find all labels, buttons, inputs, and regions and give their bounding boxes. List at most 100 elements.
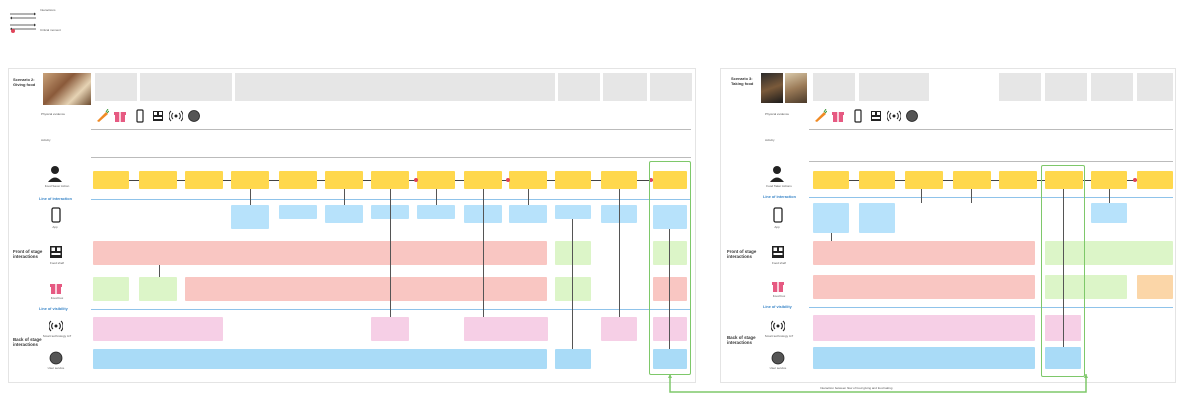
step-card bbox=[417, 171, 455, 189]
step-card bbox=[185, 171, 223, 189]
food-shelf-row-icon bbox=[771, 245, 785, 259]
tech-card bbox=[464, 317, 548, 341]
activity-timeline bbox=[91, 157, 691, 158]
step-card bbox=[813, 171, 849, 189]
header-box bbox=[999, 73, 1041, 101]
connector bbox=[390, 189, 391, 317]
header-box bbox=[1137, 73, 1173, 101]
food-shelf-band bbox=[555, 241, 591, 265]
row-label-smart-tech: Smart technology IoT bbox=[42, 335, 72, 338]
food-shelf-icon bbox=[151, 109, 165, 123]
scenario-photo bbox=[761, 73, 783, 103]
phone-icon bbox=[851, 109, 865, 123]
tech-card bbox=[371, 317, 409, 341]
header-box bbox=[1045, 73, 1087, 101]
step-card bbox=[1091, 171, 1127, 189]
connector bbox=[436, 189, 437, 205]
step-card bbox=[859, 171, 895, 189]
food-box-band bbox=[93, 277, 129, 301]
food-shelf-icon bbox=[869, 109, 883, 123]
critical-column-highlight bbox=[1041, 165, 1085, 377]
connector bbox=[1109, 189, 1110, 203]
scenario-photo bbox=[785, 73, 807, 103]
food-box-row-icon bbox=[771, 279, 785, 293]
app-card bbox=[509, 205, 547, 223]
line-of-visibility-label: Line of visibility bbox=[39, 307, 68, 311]
food-box-band bbox=[1137, 275, 1173, 299]
row-label-food-box: Food box bbox=[50, 297, 64, 300]
carrot-icon bbox=[95, 108, 110, 123]
step-card bbox=[509, 171, 547, 189]
food-box-icon bbox=[831, 109, 845, 123]
row-label-physical: Physical evidence bbox=[41, 113, 66, 116]
user-service-row-icon bbox=[49, 351, 63, 365]
connector bbox=[971, 189, 972, 203]
step-card bbox=[139, 171, 177, 189]
step-card bbox=[93, 171, 129, 189]
critical-moment-dot bbox=[414, 178, 418, 182]
row-label-food-box: Food box bbox=[772, 295, 786, 298]
legend-interactions: Interactions bbox=[40, 9, 56, 12]
row-label-user-service: User service bbox=[47, 367, 65, 370]
activity-timeline bbox=[809, 161, 1173, 162]
row-label-food-shelf: Food shelf bbox=[49, 262, 64, 265]
row-label-user-service: User service bbox=[769, 367, 787, 370]
critical-moment-dot-icon bbox=[11, 29, 15, 33]
row-label-smart-tech: Smart technology IoT bbox=[764, 335, 794, 338]
food-box-band bbox=[813, 275, 1035, 299]
scenario-photo bbox=[43, 73, 91, 105]
food-box-icon bbox=[113, 109, 127, 123]
row-label-app: App bbox=[52, 226, 58, 229]
step-card bbox=[953, 171, 991, 189]
food-box-row-icon bbox=[49, 281, 63, 295]
carrot-icon bbox=[813, 108, 828, 123]
user-service-band bbox=[93, 349, 547, 369]
footer-note: Interaction between flow of food giving … bbox=[820, 387, 893, 390]
connector bbox=[528, 189, 529, 205]
critical-column-highlight bbox=[649, 161, 691, 375]
iot-row-icon bbox=[770, 319, 786, 333]
header-box bbox=[813, 73, 855, 101]
connector bbox=[831, 233, 832, 241]
app-card bbox=[325, 205, 363, 223]
connector bbox=[250, 189, 251, 205]
connector bbox=[344, 189, 345, 205]
physical-icons bbox=[813, 108, 933, 125]
blueprint-giving-food: Scenario 2: Giving food Physical evidenc… bbox=[8, 68, 696, 383]
app-card bbox=[417, 205, 455, 219]
step-card bbox=[325, 171, 363, 189]
step-card bbox=[999, 171, 1037, 189]
connector bbox=[619, 189, 620, 317]
tech-card bbox=[601, 317, 637, 341]
connector bbox=[921, 189, 922, 203]
row-label-back-stage: Back of stage interactions bbox=[727, 335, 756, 345]
connector bbox=[483, 189, 484, 317]
line-of-interaction-label: Line of interaction bbox=[39, 197, 72, 201]
app-card bbox=[231, 205, 269, 229]
step-card bbox=[371, 171, 409, 189]
header-box bbox=[140, 73, 232, 101]
person-icon bbox=[47, 165, 63, 183]
blueprint-taking-food: Scenario 3: Taking food Physical evidenc… bbox=[720, 68, 1176, 383]
row-label-app: App bbox=[774, 226, 780, 229]
row-label-food-shelf: Food shelf bbox=[771, 262, 786, 265]
phone-icon bbox=[133, 109, 147, 123]
row-label-front-stage: Front of stage interactions bbox=[727, 249, 757, 259]
user-service-icon bbox=[905, 109, 919, 123]
step-card bbox=[1137, 171, 1173, 189]
app-phone-icon bbox=[51, 207, 61, 223]
line-of-visibility bbox=[91, 309, 691, 310]
legend-arrow-icon bbox=[10, 18, 36, 31]
food-box-band bbox=[139, 277, 177, 301]
row-label-user: Food Saver Action bbox=[44, 185, 70, 188]
user-service-icon bbox=[187, 109, 201, 123]
step-card bbox=[279, 171, 317, 189]
step-card bbox=[555, 171, 591, 189]
step-card bbox=[601, 171, 637, 189]
iot-row-icon bbox=[48, 319, 64, 333]
food-shelf-band bbox=[813, 241, 1035, 265]
line-of-visibility-label: Line of visibility bbox=[763, 305, 792, 309]
step-card bbox=[231, 171, 269, 189]
legend: Interactions Critical moment bbox=[10, 4, 90, 34]
user-service-row-icon bbox=[771, 351, 785, 365]
